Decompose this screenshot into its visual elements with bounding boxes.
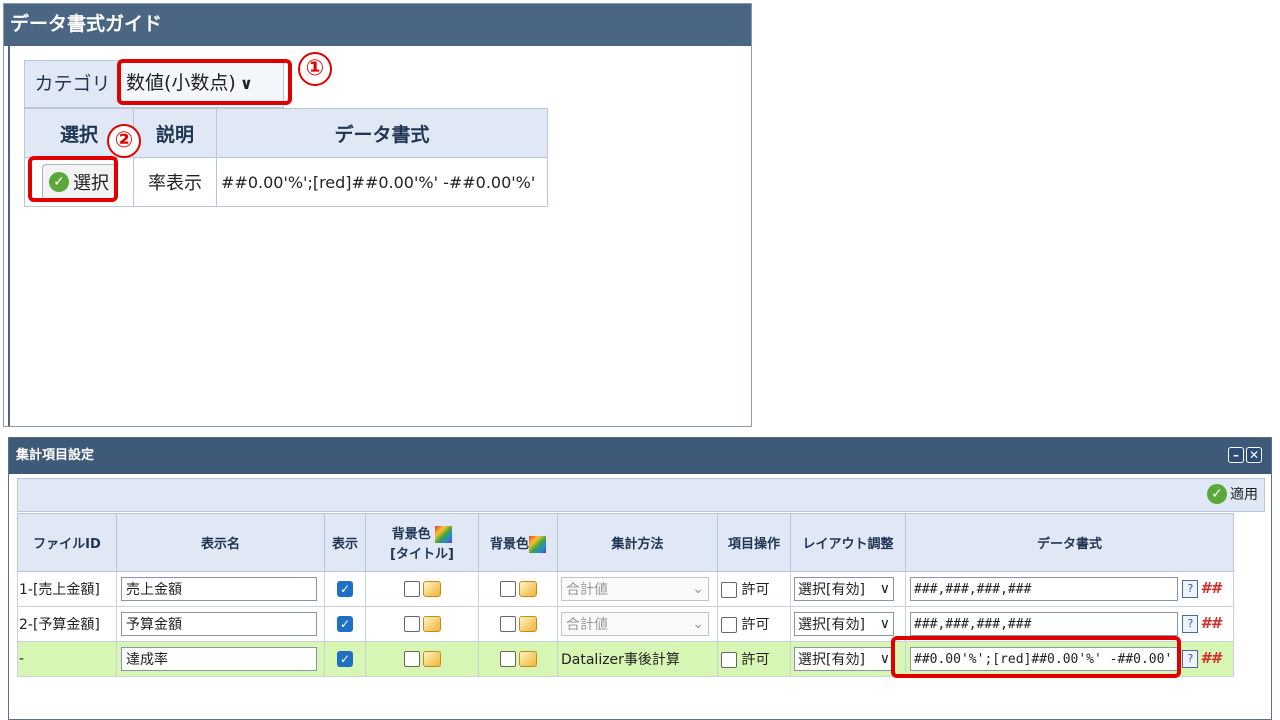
permit-label: 許可 [741,652,770,668]
permit-label: 許可 [741,582,770,598]
file-id: 1-[売上金額] [17,571,117,607]
display-name-input[interactable]: 予算金額 [121,612,317,636]
method-value: Datalizer事後計算 [557,641,718,677]
hash-icon[interactable]: ## [1200,579,1221,597]
annotation-badge-2: ② [107,124,141,158]
col-header-file-id: ファイルID [17,513,117,572]
bg-title-label-2: [タイトル] [390,547,454,562]
permit-checkbox[interactable] [721,617,737,633]
hash-icon[interactable]: ## [1200,649,1221,667]
layout-select[interactable]: 選択[有効] ∨ [794,647,894,671]
paint-bucket-icon[interactable] [422,616,441,632]
col-header-name: 表示名 [116,513,325,572]
format-desc: 率表示 [133,157,217,207]
col-header-desc: 説明 [133,108,217,158]
file-id: 2-[予算金額] [17,606,117,642]
format-guide-icon[interactable]: ? [1182,650,1199,668]
show-checkbox[interactable]: ✓ [337,581,353,597]
permit-checkbox[interactable] [721,582,737,598]
paint-bucket-icon[interactable] [518,581,537,597]
format-guide-icon[interactable]: ? [1182,580,1199,598]
category-label: カテゴリ [25,61,120,107]
apply-button-label: 適用 [1230,487,1258,503]
format-input[interactable]: ###,###,###,### [910,577,1178,601]
method-value: 合計値 [566,617,608,633]
format-guide-dialog: データ書式ガイド カテゴリ 数値(小数点) ∨ ① 選択 説明 データ書式 ✓ 選… [3,3,752,427]
toolbar: ✓ 適用 [17,478,1265,512]
annotation-badge-1: ① [298,52,332,86]
display-name-input[interactable]: 売上金額 [121,577,317,601]
bg-checkbox[interactable] [499,616,516,632]
paint-bucket-icon[interactable] [422,651,441,667]
bg-checkbox[interactable] [499,581,516,597]
col-header-method: 集計方法 [557,513,718,572]
method-value: 合計値 [566,582,608,598]
method-select: 合計値 ⌄ [561,577,709,601]
dialog-body: カテゴリ 数値(小数点) ∨ ① 選択 説明 データ書式 ✓ 選択 率表示 ##… [8,46,751,426]
layout-value: 選択[有効] [798,617,865,633]
bg-title-checkbox[interactable] [403,581,420,597]
col-header-item-op: 項目操作 [717,513,791,572]
paint-bucket-icon[interactable] [518,651,537,667]
bg-title-checkbox[interactable] [403,616,420,632]
table-row: 1-[売上金額] 売上金額 ✓ 合計値 ⌄ 許可 選択[有効] ∨ ###,###,… [17,571,1234,607]
annotation-box-2 [28,156,118,202]
dialog-title: 集計項目設定 – ✕ [9,438,1271,474]
chevron-down-icon: ⌄ [692,581,704,597]
format-guide-icon[interactable]: ? [1182,615,1199,633]
display-name-input[interactable]: 達成率 [121,647,317,671]
bg-checkbox[interactable] [499,651,516,667]
hash-icon[interactable]: ## [1200,614,1221,632]
layout-value: 選択[有効] [798,652,865,668]
layout-select[interactable]: 選択[有効] ∨ [794,612,894,636]
layout-value: 選択[有効] [798,582,865,598]
chevron-down-icon: ∨ [879,616,890,632]
col-header-bg: 背景色 [478,513,558,572]
chevron-down-icon: ∨ [879,581,890,597]
show-checkbox[interactable]: ✓ [337,616,353,632]
show-checkbox[interactable]: ✓ [337,651,353,667]
palette-icon[interactable] [529,535,546,553]
col-header-format: データ書式 [905,513,1234,572]
apply-button[interactable]: ✓ 適用 [1207,484,1258,504]
bg-title-label-1: 背景色 [391,527,431,542]
annotation-box-1 [117,59,292,105]
permit-label: 許可 [741,617,770,633]
format-input[interactable]: ###,###,###,### [910,612,1178,636]
format-string: ##0.00'%';[red]##0.00'%' -##0.00'%' [216,157,548,207]
check-icon: ✓ [1207,484,1227,504]
chevron-down-icon: ∨ [879,651,890,667]
chevron-down-icon: ⌄ [692,616,704,632]
col-header-bg-title: 背景色 [タイトル] [365,513,479,572]
bg-label: 背景色 [489,536,529,552]
annotation-box-3 [891,636,1181,678]
layout-select[interactable]: 選択[有効] ∨ [794,577,894,601]
col-header-format: データ書式 [216,108,548,158]
col-header-layout: レイアウト調整 [790,513,906,572]
dialog-title-text: 集計項目設定 [16,448,95,463]
permit-checkbox[interactable] [721,652,737,668]
aggregation-settings-dialog: 集計項目設定 – ✕ ✓ 適用 ファイルID 表示名 表示 背景色 [タイトル]… [8,437,1272,720]
palette-icon[interactable] [435,526,453,543]
close-icon[interactable]: ✕ [1246,447,1262,463]
method-select: 合計値 ⌄ [561,612,709,636]
paint-bucket-icon[interactable] [518,616,537,632]
paint-bucket-icon[interactable] [422,581,441,597]
bg-title-checkbox[interactable] [403,651,420,667]
dialog-title: データ書式ガイド [4,4,751,46]
col-header-show: 表示 [324,513,366,572]
file-id: - [17,641,117,677]
minimize-icon[interactable]: – [1228,447,1244,463]
